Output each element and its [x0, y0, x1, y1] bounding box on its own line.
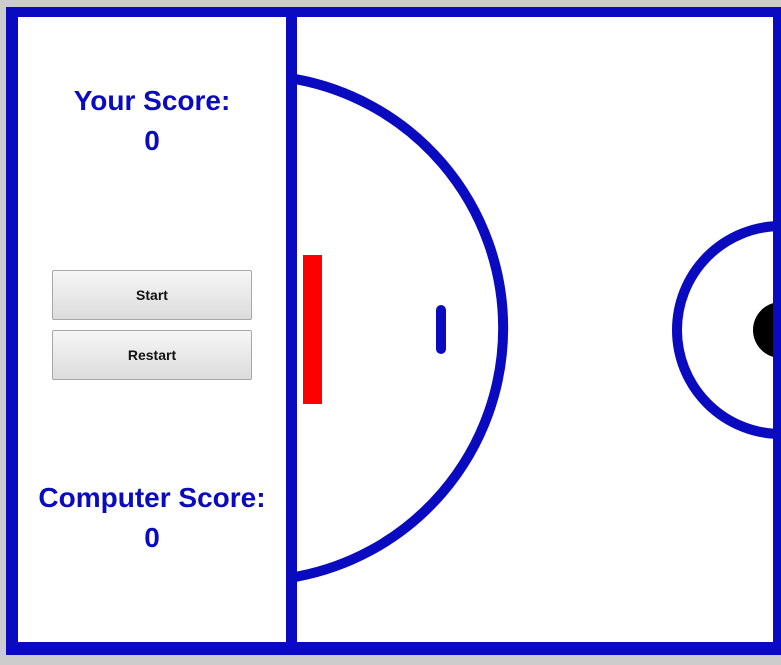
computer-paddle: [436, 305, 446, 354]
puck: [753, 303, 773, 357]
computer-score-value: 0: [144, 522, 160, 553]
score-sidebar: Your Score: 0 Start Restart Computer Sco…: [18, 17, 286, 642]
game-court[interactable]: [297, 17, 773, 642]
computer-score-label: Computer Score:: [38, 482, 266, 513]
player-paddle[interactable]: [303, 255, 322, 404]
start-button[interactable]: Start: [52, 270, 252, 320]
game-frame: Your Score: 0 Start Restart Computer Sco…: [0, 0, 781, 665]
player-score-label: Your Score:: [73, 85, 231, 116]
player-score-value: 0: [144, 125, 160, 156]
restart-button[interactable]: Restart: [52, 330, 252, 380]
left-goal-arc: [297, 74, 509, 582]
court-canvas[interactable]: [297, 17, 773, 642]
